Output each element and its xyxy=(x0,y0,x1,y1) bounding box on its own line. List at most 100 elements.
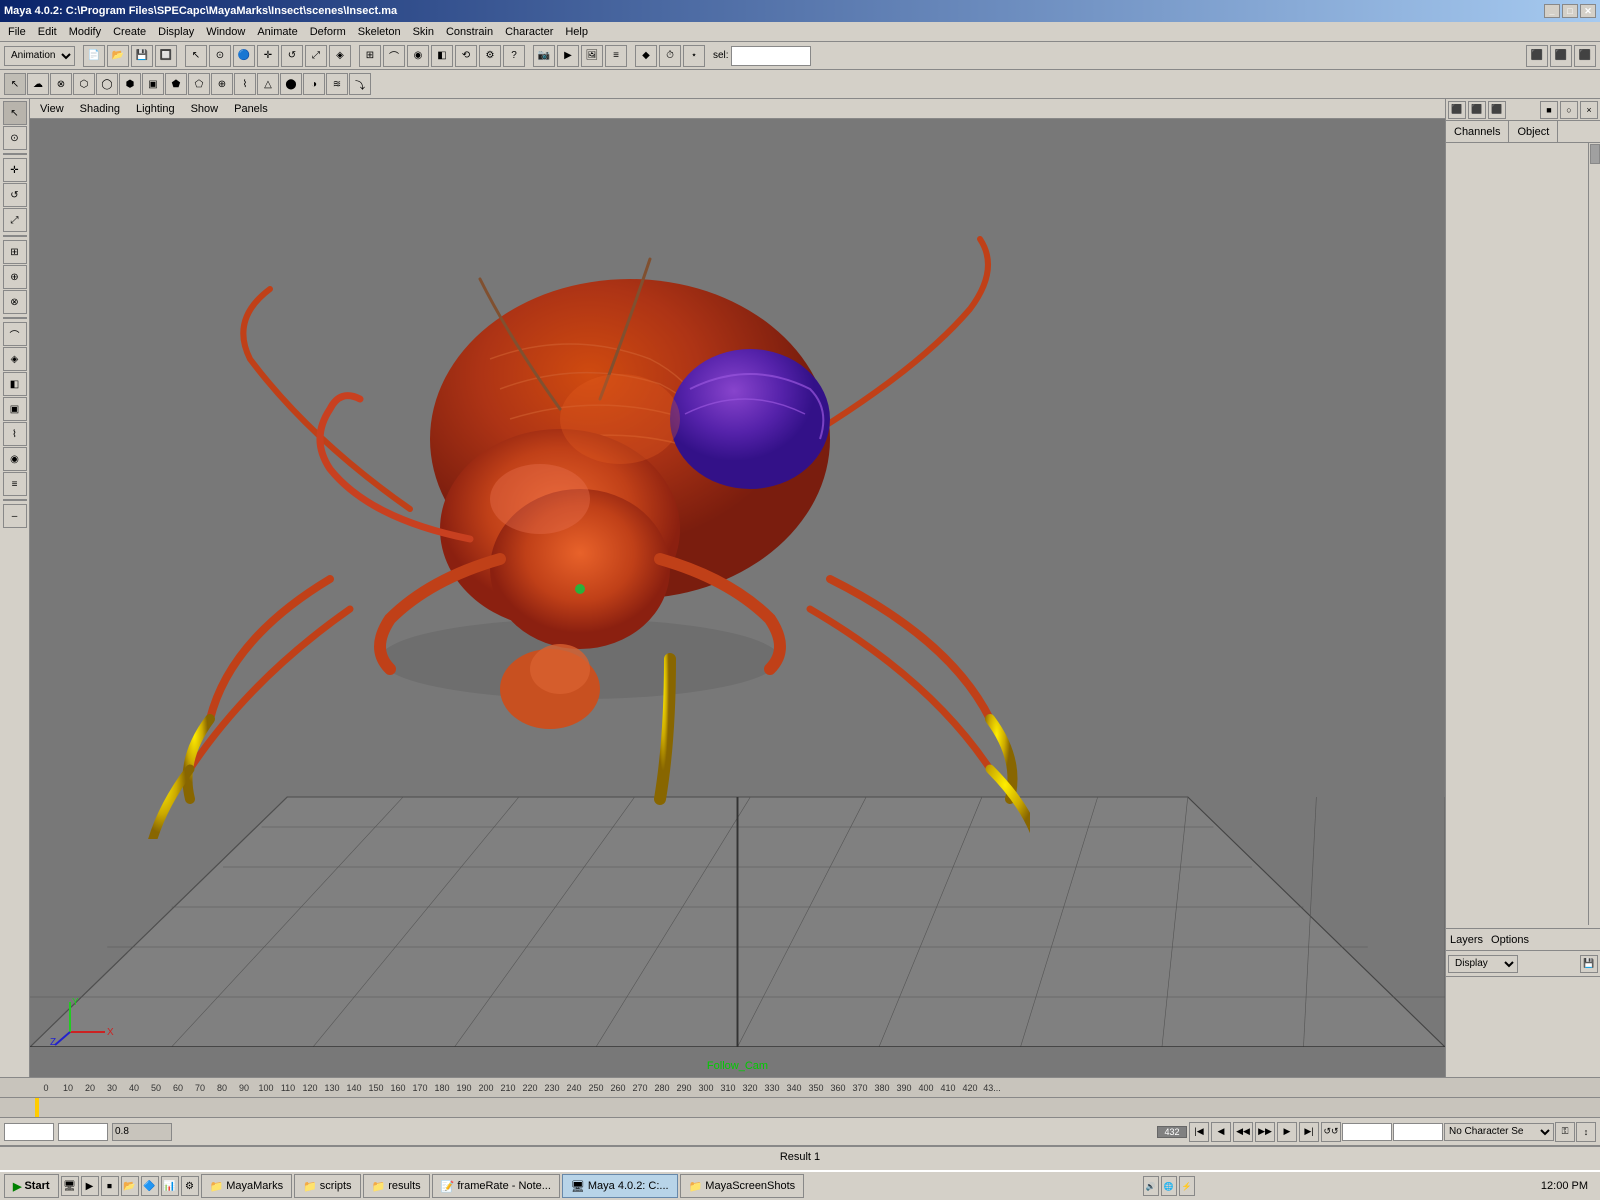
lt-deform-icon[interactable]: ◧ xyxy=(3,372,27,396)
menu-character[interactable]: Character xyxy=(499,24,559,40)
batch-render-icon[interactable]: ≡ xyxy=(605,45,627,67)
tool-paint-icon[interactable]: 🔵 xyxy=(233,45,255,67)
display-render-icon[interactable]: 🖼 xyxy=(581,45,603,67)
display-select[interactable]: Display xyxy=(1448,955,1518,973)
tool2-texture-icon[interactable]: ⬤ xyxy=(280,73,302,95)
sel-field[interactable] xyxy=(731,46,811,66)
lt-anim2-icon[interactable]: ⌇ xyxy=(3,422,27,446)
menu-display[interactable]: Display xyxy=(152,24,200,40)
close-button[interactable]: ✕ xyxy=(1580,4,1596,18)
loop-btn[interactable]: ↺↺ xyxy=(1321,1122,1341,1142)
tray-icon-2[interactable]: 🌐 xyxy=(1161,1176,1177,1196)
menu-deform[interactable]: Deform xyxy=(304,24,352,40)
open-file-icon[interactable]: 📂 xyxy=(107,45,129,67)
layers-save-icon[interactable]: 💾 xyxy=(1580,955,1598,973)
start-button[interactable]: ▶ Start xyxy=(4,1174,59,1198)
minimize-button[interactable]: _ xyxy=(1544,4,1560,18)
rp-color-icon[interactable]: ■ xyxy=(1540,101,1558,119)
play-back-btn[interactable]: ◀◀ xyxy=(1233,1122,1253,1142)
taskbar-icon-5[interactable]: 🔷 xyxy=(141,1176,159,1196)
next-key-btn[interactable]: ▶| xyxy=(1299,1122,1319,1142)
scrollbar-thumb[interactable] xyxy=(1590,144,1600,164)
lt-curve-icon[interactable]: ⌒ xyxy=(3,322,27,346)
tool2-render-icon[interactable]: ◑ xyxy=(303,73,325,95)
tool2-surface-icon[interactable]: △ xyxy=(257,73,279,95)
taskbar-icon-2[interactable]: ▶ xyxy=(81,1176,99,1196)
tool-show-manip-icon[interactable]: ◈ xyxy=(329,45,351,67)
menu-animate[interactable]: Animate xyxy=(251,24,303,40)
rp-align-right-icon[interactable]: ⬛ xyxy=(1488,101,1506,119)
tool-move-icon[interactable]: ✛ xyxy=(257,45,279,67)
tool-scale-icon[interactable]: ⤢ xyxy=(305,45,327,67)
tool2-lattice-icon[interactable]: ⬡ xyxy=(73,73,95,95)
tab-object[interactable]: Object xyxy=(1509,121,1558,142)
menu-create[interactable]: Create xyxy=(107,24,152,40)
taskbar-icon-3[interactable]: ⏹ xyxy=(101,1176,119,1196)
tool2-select-icon[interactable]: ↖ xyxy=(4,73,26,95)
save-file-icon[interactable]: 💾 xyxy=(131,45,153,67)
auto-key-icon[interactable]: ⏱ xyxy=(659,45,681,67)
tool2-anim-icon[interactable]: ≋ xyxy=(326,73,348,95)
next-frame-btn[interactable]: ▶ xyxy=(1277,1122,1297,1142)
lt-pivot-icon[interactable]: ⊕ xyxy=(3,265,27,289)
tab-channels[interactable]: Channels xyxy=(1446,121,1509,142)
tray-icon-3[interactable]: ⚡ xyxy=(1179,1176,1195,1196)
rp-close-icon[interactable]: × xyxy=(1580,101,1598,119)
snap-curve-icon[interactable]: ⌒ xyxy=(383,45,405,67)
cycle-mode-btn[interactable]: ↕ xyxy=(1576,1122,1596,1142)
render-settings-icon[interactable]: ⚙ xyxy=(479,45,501,67)
tool2-nurbs-icon[interactable]: ▣ xyxy=(142,73,164,95)
tray-icon-1[interactable]: 🔊 xyxy=(1143,1176,1159,1196)
vm-lighting[interactable]: Lighting xyxy=(130,102,181,116)
start-frame-input[interactable]: 0.00 xyxy=(4,1123,54,1141)
tool2-ik-icon[interactable]: ⊕ xyxy=(211,73,233,95)
tool2-sculpt-icon[interactable]: ◯ xyxy=(96,73,118,95)
taskbar-screenshots[interactable]: 📁 MayaScreenShots xyxy=(680,1174,805,1198)
menu-window[interactable]: Window xyxy=(200,24,251,40)
lt-select-icon[interactable]: ↖ xyxy=(3,101,27,125)
taskbar-framerate[interactable]: 📝 frameRate - Note... xyxy=(432,1174,560,1198)
taskbar-scripts[interactable]: 📁 scripts xyxy=(294,1174,360,1198)
taskbar-icon-6[interactable]: 📊 xyxy=(161,1176,179,1196)
lt-scale-icon[interactable]: ⤢ xyxy=(3,208,27,232)
lt-lasso-icon[interactable]: ⊙ xyxy=(3,126,27,150)
snap-left-icon[interactable]: ⬛ xyxy=(1526,45,1548,67)
render-icon[interactable]: 🔲 xyxy=(155,45,177,67)
taskbar-icon-1[interactable]: 🖥 xyxy=(61,1176,79,1196)
snap-view-icon[interactable]: ◧ xyxy=(431,45,453,67)
vm-shading[interactable]: Shading xyxy=(74,102,126,116)
taskbar-maya[interactable]: 🖥 Maya 4.0.2: C:... xyxy=(562,1174,678,1198)
taskbar-results[interactable]: 📁 results xyxy=(363,1174,430,1198)
lt-group-icon[interactable]: ⊗ xyxy=(3,290,27,314)
menu-skin[interactable]: Skin xyxy=(407,24,440,40)
viewport-canvas[interactable]: X Y Z Follow_Cam xyxy=(30,119,1445,1077)
lt-skin-icon[interactable]: ◉ xyxy=(3,447,27,471)
render-cam-icon[interactable]: 📷 xyxy=(533,45,555,67)
anim-key-icon[interactable]: ⋆ xyxy=(683,45,705,67)
tool2-poly-icon[interactable]: ⬟ xyxy=(165,73,187,95)
snap-point-icon[interactable]: ◉ xyxy=(407,45,429,67)
lt-camera-icon[interactable]: ⊞ xyxy=(3,240,27,264)
prev-key-btn[interactable]: |◀ xyxy=(1189,1122,1209,1142)
end-frame-input[interactable]: 0.80 xyxy=(58,1123,108,1141)
tool2-cluster-icon[interactable]: ⊗ xyxy=(50,73,72,95)
right-panel-scrollbar[interactable] xyxy=(1588,143,1600,925)
taskbar-icon-4[interactable]: 📂 xyxy=(121,1176,139,1196)
vm-show[interactable]: Show xyxy=(185,102,225,116)
mode-select[interactable]: Animation xyxy=(4,46,75,66)
maximize-button[interactable]: □ xyxy=(1562,4,1578,18)
lt-surface-icon[interactable]: ◈ xyxy=(3,347,27,371)
tab-options[interactable]: Options xyxy=(1491,934,1529,946)
ipr-icon[interactable]: ▶ xyxy=(557,45,579,67)
frame-input-2[interactable]: 432.00 xyxy=(1393,1123,1443,1141)
tool-select-icon[interactable]: ↖ xyxy=(185,45,207,67)
menu-help[interactable]: Help xyxy=(559,24,594,40)
menu-modify[interactable]: Modify xyxy=(63,24,107,40)
snap-right-icon[interactable]: ⬛ xyxy=(1574,45,1596,67)
rp-align-left-icon[interactable]: ⬛ xyxy=(1448,101,1466,119)
history-icon[interactable]: ⟲ xyxy=(455,45,477,67)
frame-input-1[interactable]: 432.00 xyxy=(1342,1123,1392,1141)
tab-layers[interactable]: Layers xyxy=(1450,934,1483,946)
snap-center-icon[interactable]: ⬛ xyxy=(1550,45,1572,67)
lt-move-icon[interactable]: ✛ xyxy=(3,158,27,182)
